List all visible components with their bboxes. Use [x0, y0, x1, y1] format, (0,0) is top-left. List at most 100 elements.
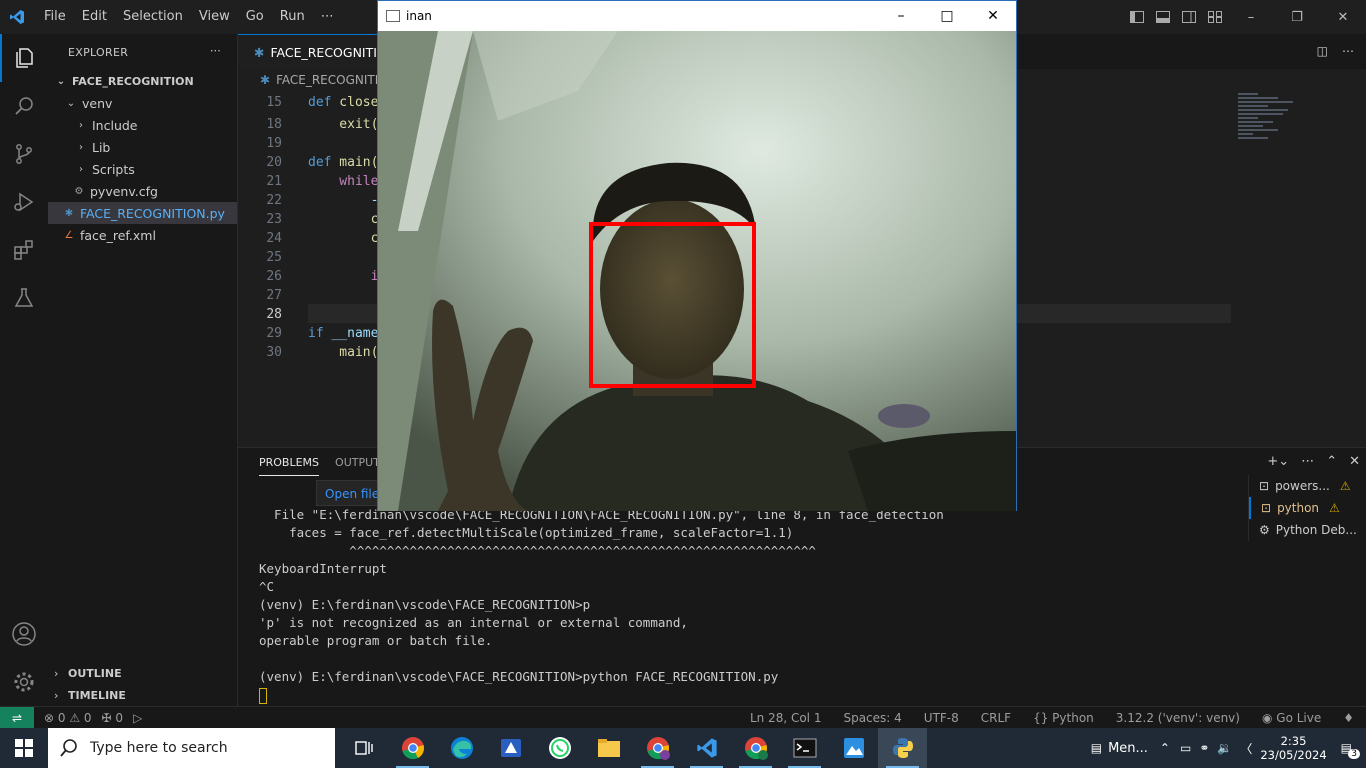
- tray-chevron-up-icon[interactable]: ⌃: [1160, 741, 1170, 755]
- restore-icon[interactable]: ❐: [1274, 0, 1320, 34]
- split-editor-icon[interactable]: ◫: [1317, 44, 1328, 58]
- panel-more-icon[interactable]: ⋯: [1301, 454, 1314, 469]
- include-label: Include: [92, 117, 138, 133]
- search-placeholder: Type here to search: [90, 740, 228, 756]
- terminal-output[interactable]: File "E:\ferdinan\vscode\FACE_RECOGNITIO…: [259, 506, 944, 704]
- camera-minimize-icon[interactable]: –: [878, 1, 924, 31]
- language-mode[interactable]: {} Python: [1033, 711, 1094, 725]
- tree-root-folder[interactable]: ⌄ FACE_RECOGNITION: [48, 70, 237, 92]
- testing-icon[interactable]: [0, 274, 48, 322]
- menu-selection[interactable]: Selection: [115, 0, 191, 34]
- edge-icon[interactable]: [437, 728, 486, 768]
- run-debug-icon[interactable]: [0, 178, 48, 226]
- debug-launch-icon[interactable]: ▷: [133, 711, 142, 725]
- toggle-secondary-sidebar-icon[interactable]: [1176, 0, 1202, 34]
- terminal-line: 'p' is not recognized as an internal or …: [259, 615, 688, 630]
- camera-close-icon[interactable]: ✕: [970, 1, 1016, 31]
- tree-item-pyvenv[interactable]: ⚙ pyvenv.cfg: [48, 180, 237, 202]
- menu-more[interactable]: ⋯: [313, 0, 342, 34]
- minimap[interactable]: [1238, 91, 1298, 171]
- indentation[interactable]: Spaces: 4: [843, 711, 901, 725]
- notifications-bell-icon[interactable]: ♦: [1343, 711, 1354, 725]
- terminal-item-python-debug[interactable]: ⚙ Python Deb...: [1249, 519, 1366, 541]
- search-icon[interactable]: [0, 82, 48, 130]
- taskbar-search[interactable]: Type here to search: [48, 728, 335, 768]
- taskbar-widget-icon[interactable]: ▤: [1091, 741, 1102, 755]
- main-file-label: FACE_RECOGNITION.py: [80, 205, 225, 221]
- minimize-icon[interactable]: –: [1228, 0, 1274, 34]
- close-panel-icon[interactable]: ✕: [1349, 454, 1360, 469]
- editor-more-icon[interactable]: ⋯: [1342, 44, 1354, 58]
- remote-indicator-icon[interactable]: ⇌: [0, 706, 34, 729]
- problems-status[interactable]: ⊗ 0 ⚠ 0: [44, 711, 92, 725]
- source-control-icon[interactable]: [0, 130, 48, 178]
- menu-go[interactable]: Go: [238, 0, 272, 34]
- battery-icon[interactable]: ▭: [1180, 741, 1191, 755]
- tree-item-venv[interactable]: ⌄ venv: [48, 92, 237, 114]
- scripts-label: Scripts: [92, 161, 135, 177]
- tree-item-scripts[interactable]: › Scripts: [48, 158, 237, 180]
- outline-section[interactable]: › OUTLINE: [48, 662, 238, 684]
- app-icon[interactable]: [486, 728, 535, 768]
- tree-item-lib[interactable]: › Lib: [48, 136, 237, 158]
- terminal-item-powershell[interactable]: ⊡ powers... ⚠: [1249, 475, 1366, 497]
- chrome-profile-2-icon[interactable]: [731, 728, 780, 768]
- notification-center-icon[interactable]: ▤ 3: [1341, 741, 1360, 759]
- encoding[interactable]: UTF-8: [924, 711, 959, 725]
- tree-item-xml-file[interactable]: ∠ face_ref.xml: [48, 224, 237, 246]
- extensions-icon[interactable]: [0, 226, 48, 274]
- accounts-icon[interactable]: [0, 610, 48, 658]
- language-icon[interactable]: 〈: [1240, 740, 1252, 757]
- terminal-prompt[interactable]: [259, 686, 944, 704]
- maximize-panel-icon[interactable]: ⌃: [1326, 454, 1337, 469]
- camera-maximize-icon[interactable]: □: [924, 1, 970, 31]
- breadcrumb-file[interactable]: FACE_RECOGNITI: [276, 73, 378, 87]
- python-interpreter[interactable]: 3.12.2 ('venv': venv): [1116, 711, 1240, 725]
- chrome-icon[interactable]: [388, 728, 437, 768]
- menu-edit[interactable]: Edit: [74, 0, 115, 34]
- tab-problems[interactable]: PROBLEMS: [259, 456, 320, 476]
- chevron-down-icon: ⌄: [66, 97, 76, 109]
- vscode-icon[interactable]: [682, 728, 731, 768]
- terminal-line: operable program or batch file.: [259, 633, 493, 648]
- go-live-button[interactable]: ◉ Go Live: [1262, 711, 1321, 725]
- network-icon[interactable]: ⚭: [1199, 741, 1209, 755]
- tab-output[interactable]: OUTPUT: [335, 456, 380, 476]
- cursor-position[interactable]: Ln 28, Col 1: [750, 711, 822, 725]
- terminal-line: KeyboardInterrupt: [259, 561, 387, 576]
- terminal-icon[interactable]: [780, 728, 829, 768]
- menu-run[interactable]: Run: [272, 0, 313, 34]
- whatsapp-icon[interactable]: [535, 728, 584, 768]
- manage-gear-icon[interactable]: [0, 658, 48, 706]
- file-explorer-icon[interactable]: [584, 728, 633, 768]
- explorer-more-icon[interactable]: ⋯: [210, 44, 221, 57]
- new-terminal-icon[interactable]: +⌄: [1267, 454, 1289, 469]
- explorer-title: EXPLORER: [68, 45, 129, 59]
- menu-file[interactable]: File: [36, 0, 74, 34]
- clock[interactable]: 2:35 23/05/2024: [1260, 734, 1326, 762]
- task-view-icon[interactable]: [339, 728, 388, 768]
- python-icon[interactable]: [878, 728, 927, 768]
- terminal-list: ⊡ powers... ⚠ ⊡ python ⚠ ⚙ Python Deb...: [1248, 475, 1366, 541]
- explorer-icon[interactable]: [0, 34, 48, 82]
- camera-window-titlebar[interactable]: inan – □ ✕: [378, 1, 1016, 31]
- tree-item-main-file[interactable]: ✱ FACE_RECOGNITION.py: [48, 202, 237, 224]
- tray-label[interactable]: Men...: [1108, 741, 1148, 756]
- photos-icon[interactable]: [829, 728, 878, 768]
- menu-view[interactable]: View: [191, 0, 238, 34]
- timeline-section[interactable]: › TIMELINE: [48, 684, 238, 706]
- close-icon[interactable]: ✕: [1320, 0, 1366, 34]
- windows-start-icon[interactable]: [0, 728, 48, 768]
- ports-status[interactable]: ✠ 0: [102, 711, 124, 725]
- toggle-primary-sidebar-icon[interactable]: [1124, 0, 1150, 34]
- chrome-profile-icon[interactable]: [633, 728, 682, 768]
- lib-label: Lib: [92, 139, 111, 155]
- tree-item-include[interactable]: › Include: [48, 114, 237, 136]
- customize-layout-icon[interactable]: [1202, 0, 1228, 34]
- volume-icon[interactable]: 🔉: [1217, 741, 1232, 755]
- camera-window[interactable]: inan – □ ✕: [377, 0, 1017, 511]
- terminal-item-python[interactable]: ⊡ python ⚠: [1249, 497, 1366, 519]
- toggle-panel-icon[interactable]: [1150, 0, 1176, 34]
- terminal-line: (venv) E:\ferdinan\vscode\FACE_RECOGNITI…: [259, 669, 779, 684]
- line-ending[interactable]: CRLF: [981, 711, 1011, 725]
